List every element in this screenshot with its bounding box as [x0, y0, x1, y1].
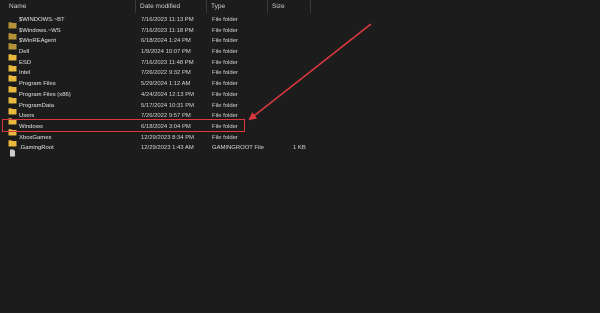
file-date-modified: 6/18/2024 1:24 PM: [141, 38, 191, 45]
file-name: ProgramData: [19, 102, 55, 109]
file-row[interactable]: $WINDOWS.~BT 7/16/2023 11:13 PM File folde…: [0, 15, 300, 29]
file-row[interactable]: $Windows.~WS 7/16/2023 11:18 PM File folde…: [0, 26, 300, 40]
file-name: Users: [19, 113, 35, 120]
folder-icon: [8, 134, 17, 147]
file-row[interactable]: XboxGames 12/29/2023 8:34 PM File folder: [0, 133, 300, 147]
file-date-modified: 7/16/2023 11:18 PM: [141, 27, 194, 34]
column-divider[interactable]: [206, 0, 207, 13]
file-row[interactable]: ESD 7/16/2023 11:48 PM File folder: [0, 58, 300, 72]
file-date-modified: 5/17/2024 10:31 PM: [141, 102, 195, 109]
file-date-modified: 7/16/2023 11:13 PM: [141, 17, 194, 23]
file-type: File folder: [212, 123, 238, 130]
column-header-type[interactable]: Type: [211, 2, 225, 11]
file-type: File folder: [212, 49, 238, 56]
file-date-modified: 7/26/2022 9:32 PM: [141, 70, 191, 77]
file-type: File folder: [212, 70, 238, 77]
file-name: Intel: [19, 70, 31, 77]
file-icon: [8, 144, 17, 157]
file-name: Dell: [19, 49, 30, 56]
folder-icon: [8, 123, 17, 136]
file-type: GAMINGROOT File: [212, 145, 264, 152]
folder-icon: [8, 91, 17, 104]
file-date-modified: 12/29/2023 1:43 AM: [141, 145, 194, 152]
file-date-modified: 7/16/2023 11:48 PM: [141, 59, 194, 66]
file-row[interactable]: Windows 6/18/2024 3:04 PM File folder: [0, 122, 300, 136]
file-name: ESD: [19, 59, 32, 66]
file-date-modified: 12/29/2023 8:34 PM: [141, 134, 195, 141]
file-name: Program Files: [19, 81, 56, 88]
column-header-row: Name Date modified Type Size: [0, 0, 600, 14]
folder-icon: [8, 16, 17, 29]
file-row[interactable]: ProgramData 5/17/2024 10:31 PM File folder: [0, 101, 300, 114]
file-type: File folder: [212, 134, 238, 141]
column-divider[interactable]: [135, 0, 136, 13]
folder-icon: [8, 69, 17, 82]
file-rows: $WINDOWS.~BT 7/16/2023 11:13 PM File folde…: [0, 15, 600, 157]
file-name: $WinREAgent: [19, 38, 56, 45]
file-type: File folder: [212, 27, 238, 34]
file-date-modified: 7/26/2022 9:57 PM: [141, 113, 191, 120]
file-row[interactable]: Program Files 5/29/2024 1:12 AM File folde…: [0, 79, 300, 93]
file-name: $WINDOWS.~BT: [19, 17, 65, 23]
file-date-modified: 4/24/2024 12:13 PM: [141, 91, 195, 98]
column-divider[interactable]: [310, 0, 311, 13]
folder-icon: [8, 59, 17, 72]
file-size: 1 KB: [293, 145, 306, 152]
folder-icon: [8, 48, 17, 61]
folder-icon: [8, 102, 17, 114]
file-type: File folder: [212, 102, 238, 109]
file-row[interactable]: .GamingRoot 12/29/2023 1:43 AM GAMINGROOT …: [0, 143, 306, 157]
file-row[interactable]: Users 7/26/2022 9:57 PM File folder: [0, 111, 300, 125]
file-name: Windows: [19, 123, 43, 130]
file-type: File folder: [212, 59, 238, 66]
file-row[interactable]: Program Files (x86) 4/24/2024 12:13 PM Fil…: [0, 90, 300, 104]
column-header-date-modified[interactable]: Date modified: [140, 2, 180, 11]
file-date-modified: 6/18/2024 3:04 PM: [141, 123, 191, 130]
file-date-modified: 1/9/2024 10:07 PM: [141, 49, 191, 56]
file-type: File folder: [212, 38, 238, 45]
file-name: $Windows.~WS: [19, 27, 61, 34]
column-header-size[interactable]: Size: [272, 2, 285, 11]
folder-icon: [8, 27, 17, 40]
file-list-view: Name Date modified Type Size $WINDOWS.~B…: [0, 0, 600, 313]
file-type: File folder: [212, 81, 238, 88]
folder-icon: [8, 112, 17, 125]
file-type: File folder: [212, 113, 238, 120]
folder-icon: [8, 37, 17, 50]
folder-icon: [8, 80, 17, 93]
file-type: File folder: [212, 17, 238, 23]
file-row[interactable]: Intel 7/26/2022 9:32 PM File folder: [0, 68, 300, 82]
file-type: File folder: [212, 91, 238, 98]
file-row[interactable]: $WinREAgent 6/18/2024 1:24 PM File folder: [0, 36, 300, 50]
file-name: .GamingRoot: [19, 145, 54, 152]
file-name: XboxGames: [19, 134, 52, 141]
file-date-modified: 5/29/2024 1:12 AM: [141, 81, 191, 88]
file-name: Program Files (x86): [19, 91, 71, 98]
column-divider[interactable]: [267, 0, 268, 13]
file-row[interactable]: Dell 1/9/2024 10:07 PM File folder: [0, 47, 300, 61]
column-header-name[interactable]: Name: [9, 2, 26, 11]
